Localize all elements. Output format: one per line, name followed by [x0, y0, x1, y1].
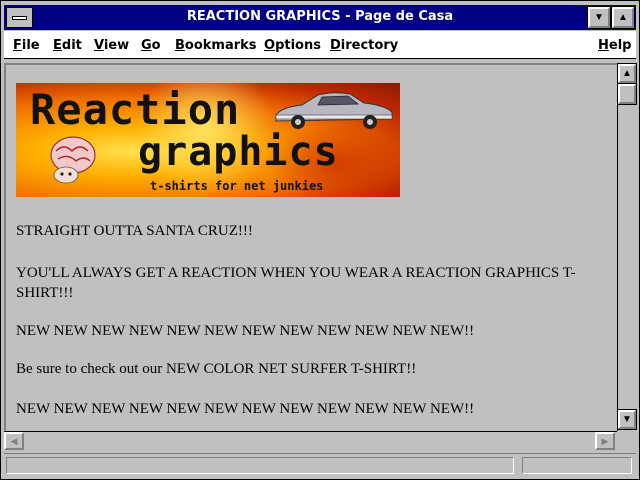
window-title: REACTION GRAPHICS - Page de Casa [186, 9, 454, 24]
status-bar [4, 453, 636, 477]
menu-help[interactable]: Help [598, 38, 631, 53]
menu-edit[interactable]: Edit [53, 38, 82, 53]
menu-bookmarks[interactable]: Bookmarks [175, 38, 257, 53]
banner-word-graphics: graphics [138, 129, 339, 175]
maximize-button[interactable]: ▲ [611, 6, 635, 29]
reaction-graphics-banner: Reaction graphics t-shirts for net junki… [16, 83, 400, 197]
triangle-up-icon: ▲ [618, 12, 628, 23]
menu-file[interactable]: File [13, 38, 40, 53]
menu-go[interactable]: Go [141, 38, 161, 53]
brain-figure-image [50, 136, 96, 184]
minimize-button[interactable]: ▼ [587, 6, 611, 29]
status-message-area [6, 457, 514, 474]
scroll-right-button[interactable]: ▶ [595, 432, 615, 450]
scrollbar-corner [617, 431, 636, 450]
scroll-up-button[interactable]: ▲ [617, 63, 637, 84]
arrow-down-icon: ▼ [622, 414, 632, 425]
text-line-1: STRAIGHT OUTTA SANTA CRUZ!!! [16, 223, 253, 239]
scroll-down-button[interactable]: ▼ [617, 409, 637, 430]
arrow-right-icon: ▶ [601, 435, 609, 446]
horizontal-scrollbar[interactable]: ◀ ▶ [4, 431, 617, 450]
text-line-2: YOU'LL ALWAYS GET A REACTION WHEN YOU WE… [16, 265, 576, 301]
text-line-4: Be sure to check out our NEW COLOR NET S… [16, 361, 417, 377]
status-progress-area [522, 457, 632, 474]
browser-window: REACTION GRAPHICS - Page de Casa ▼ ▲ Fil… [0, 0, 640, 480]
arrow-left-icon: ◀ [10, 435, 18, 446]
vertical-scroll-thumb[interactable] [617, 83, 637, 105]
menu-options[interactable]: Options [264, 38, 321, 53]
triangle-down-icon: ▼ [594, 12, 604, 23]
menu-directory[interactable]: Directory [330, 38, 398, 53]
menu-bar: File Edit View Go Bookmarks Options Dire… [4, 31, 636, 59]
title-bar[interactable]: REACTION GRAPHICS - Page de Casa ▼ ▲ [4, 5, 636, 30]
text-line-3: NEW NEW NEW NEW NEW NEW NEW NEW NEW NEW … [16, 323, 475, 339]
banner-tagline: t-shirts for net junkies [150, 179, 324, 193]
menu-view[interactable]: View [94, 38, 129, 53]
page-content[interactable]: Reaction graphics t-shirts for net junki… [4, 63, 617, 431]
scroll-left-button[interactable]: ◀ [4, 432, 24, 450]
arrow-up-icon: ▲ [622, 68, 632, 79]
banner-word-reaction: Reaction [30, 85, 241, 134]
classic-car-image [275, 92, 393, 129]
text-line-5: NEW NEW NEW NEW NEW NEW NEW NEW NEW NEW … [16, 401, 475, 417]
vertical-scrollbar[interactable]: ▲ ▼ [617, 63, 637, 431]
